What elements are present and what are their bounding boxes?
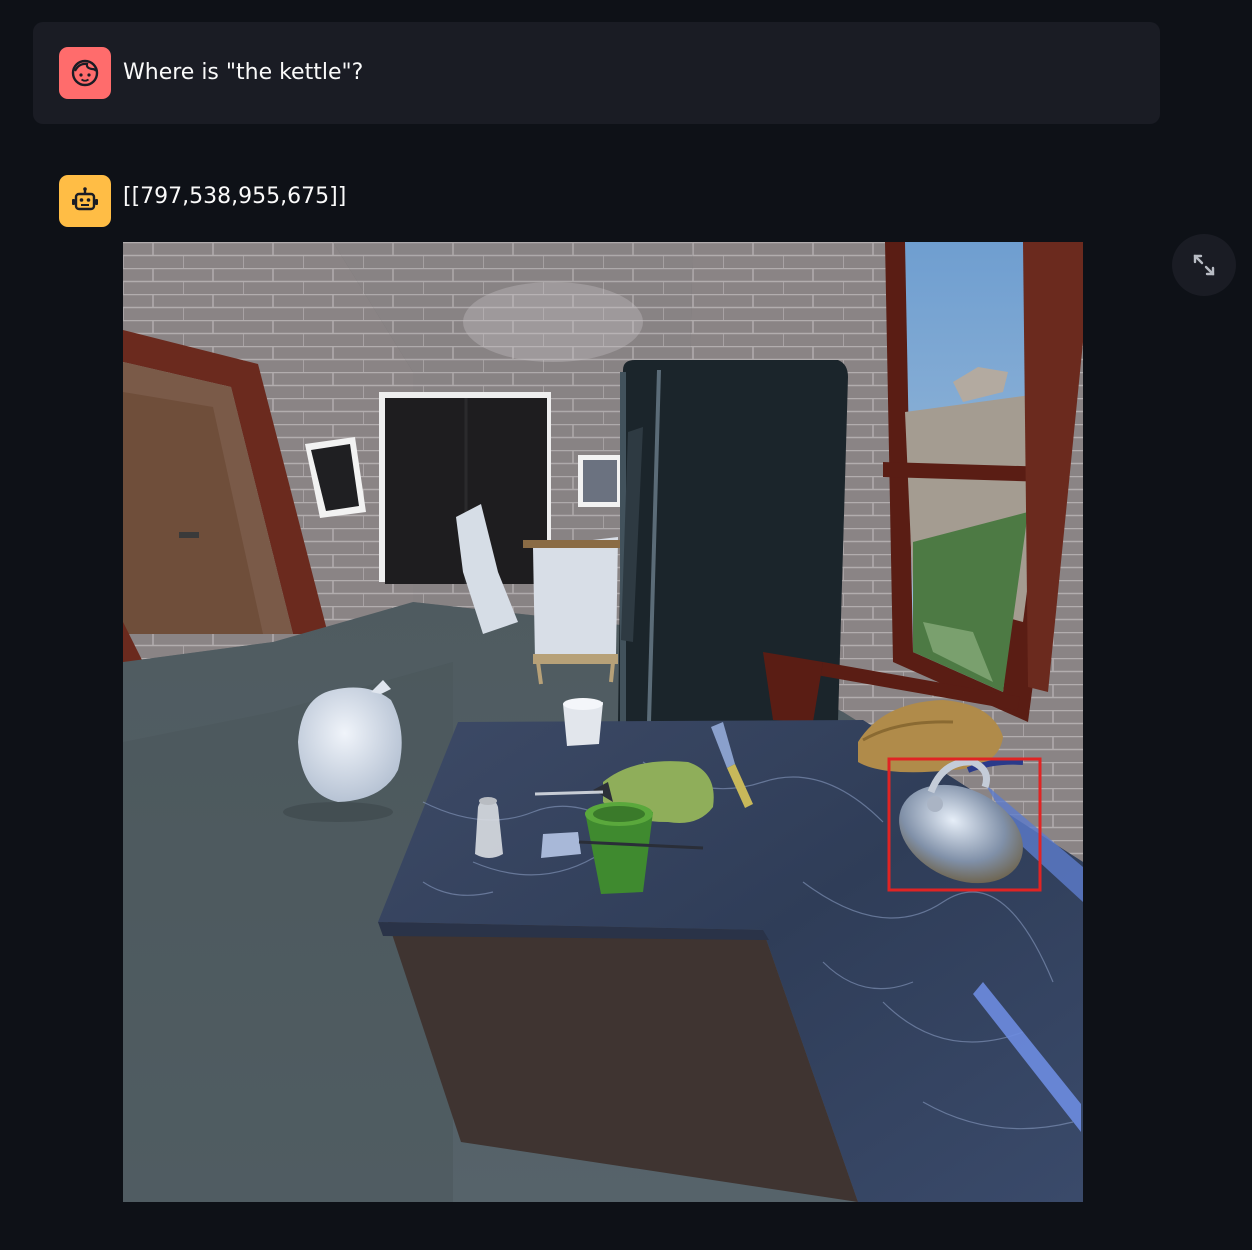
fullscreen-button[interactable] <box>1172 234 1236 296</box>
user-message-text: Where is "the kettle"? <box>123 60 364 85</box>
assistant-avatar <box>59 175 111 227</box>
assistant-message-text: [[797,538,955,675]] <box>123 184 347 209</box>
user-face-icon <box>71 59 99 87</box>
kitchen-scene-image <box>123 242 1083 1202</box>
user-avatar <box>59 47 111 99</box>
chat-page: Where is "the kettle"? [[797,538,955,675… <box>0 0 1252 1250</box>
expand-icon <box>1193 254 1215 276</box>
user-message: Where is "the kettle"? <box>33 22 1160 124</box>
robot-icon <box>72 187 98 211</box>
